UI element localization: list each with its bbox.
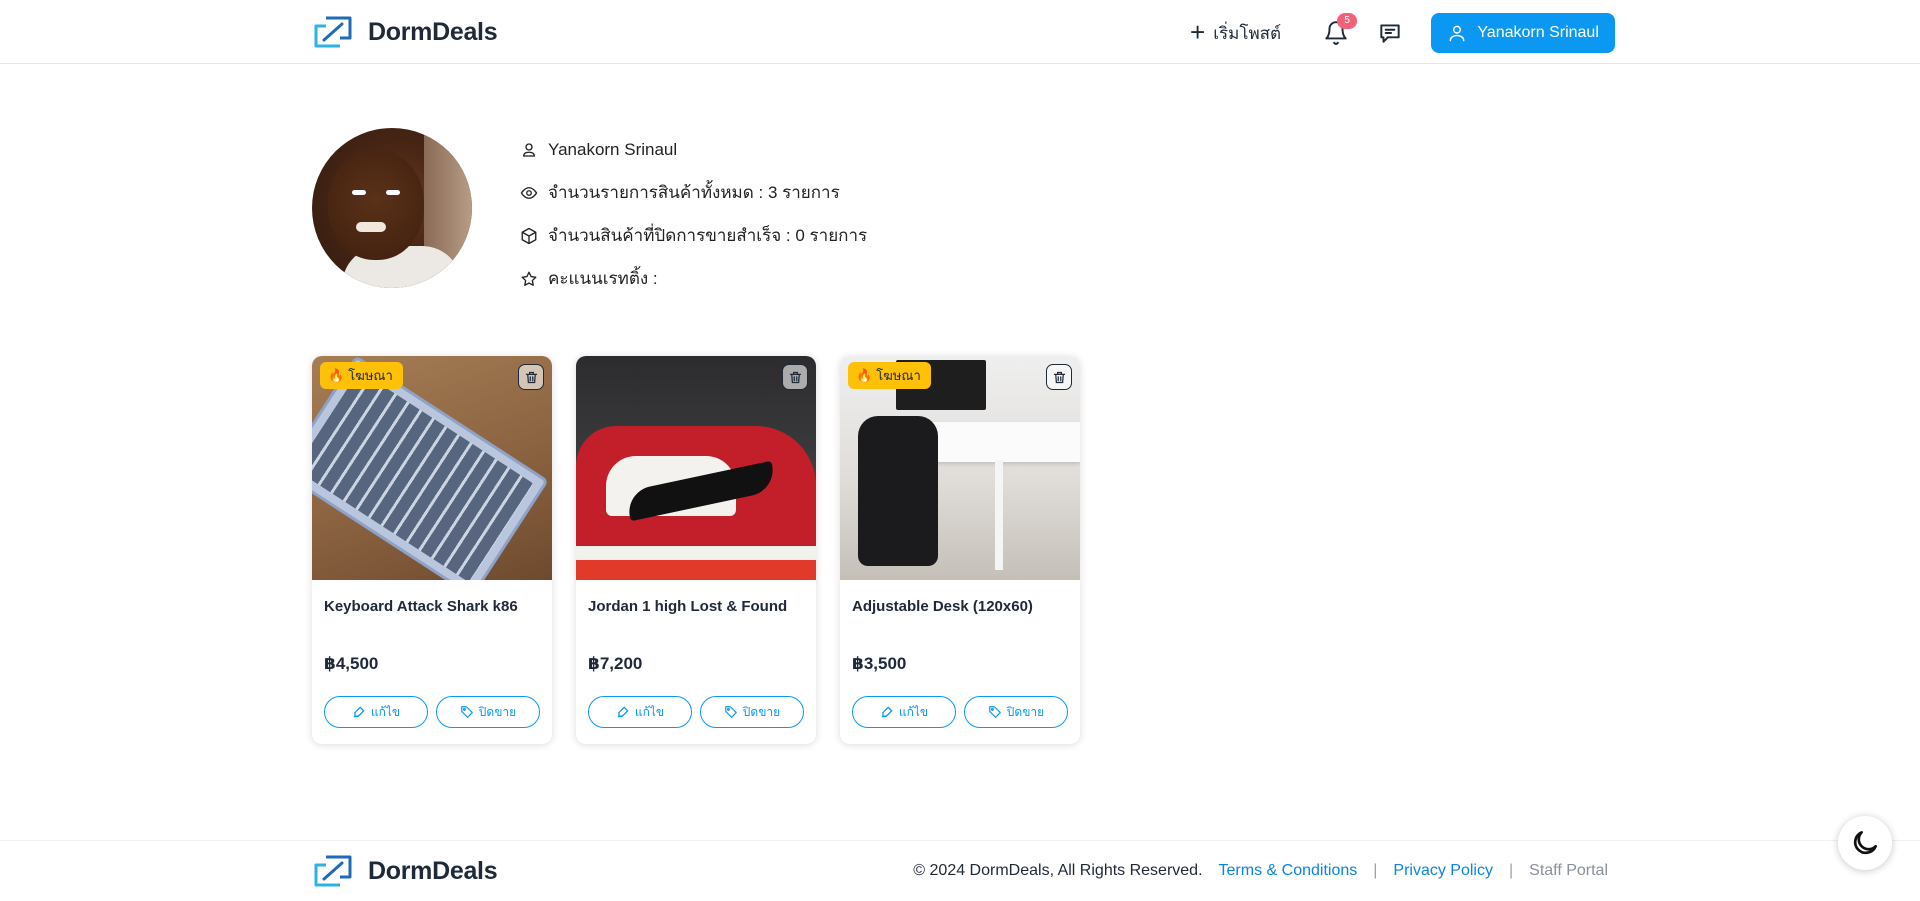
chat-icon: [1380, 24, 1400, 43]
close-sale-button[interactable]: ปิดขาย: [436, 696, 540, 728]
tag-icon: [724, 706, 737, 718]
close-sale-button[interactable]: ปิดขาย: [964, 696, 1068, 728]
fire-icon: 🔥: [328, 367, 345, 383]
edit-button[interactable]: แก้ไข: [588, 696, 692, 728]
box-icon: [521, 227, 537, 244]
profile-avatar: [312, 128, 472, 288]
closed-items-row: จำนวนสินค้าที่ปิดการขายสำเร็จ : 0 รายการ: [520, 214, 867, 257]
delete-button[interactable]: [518, 364, 544, 390]
rating-text: คะแนนเรทติ้ง :: [548, 269, 658, 288]
top-navbar: DormDeals + เริ่มโพสต์ 5 Yanakorn Srinau…: [0, 0, 1920, 64]
footer-links: © 2024 DormDeals, All Rights Reserved. T…: [913, 862, 1608, 880]
start-post-label: เริ่มโพสต์: [1213, 23, 1282, 43]
footer-separator: |: [1508, 862, 1514, 879]
trash-icon: [525, 371, 537, 383]
terms-link[interactable]: Terms & Conditions: [1219, 862, 1358, 880]
product-title[interactable]: Adjustable Desk (120x60): [852, 598, 1033, 615]
eye-icon: [520, 186, 538, 199]
plus-icon: +: [1190, 17, 1206, 47]
theme-toggle-button[interactable]: [1838, 816, 1892, 870]
moon-icon: [1853, 831, 1877, 855]
fire-icon: 🔥: [856, 367, 873, 383]
nav-actions: + เริ่มโพสต์ 5 Yanakorn Srinaul: [1190, 13, 1616, 53]
product-grid: 🔥 โฆษณา Keyboard Attack Shark k86 ฿4,500…: [312, 356, 1080, 744]
star-icon: [521, 271, 537, 286]
product-card[interactable]: Jordan 1 high Lost & Found ฿7,200 แก้ไข …: [576, 356, 816, 744]
delete-button[interactable]: [1046, 364, 1072, 390]
footer-brand-name: DormDeals: [368, 856, 498, 885]
product-title[interactable]: Jordan 1 high Lost & Found: [588, 598, 787, 615]
brand-name: DormDeals: [368, 17, 498, 46]
trash-icon: [1053, 371, 1065, 383]
rating-row: คะแนนเรทติ้ง :: [520, 257, 867, 300]
product-card[interactable]: 🔥 โฆษณา Adjustable Desk (120x60) ฿3,500 …: [840, 356, 1080, 744]
edit-button[interactable]: แก้ไข: [324, 696, 428, 728]
tag-icon: [988, 706, 1001, 718]
product-image[interactable]: 🔥 โฆษณา: [312, 356, 552, 580]
dormdeals-logo-icon: [314, 855, 352, 887]
staff-portal-link[interactable]: Staff Portal: [1529, 862, 1608, 880]
notification-badge: 5: [1337, 13, 1358, 29]
product-title[interactable]: Keyboard Attack Shark k86: [324, 598, 518, 615]
edit-icon: [617, 706, 629, 718]
start-post-button[interactable]: + เริ่มโพสต์: [1190, 17, 1282, 47]
total-items-row: จำนวนรายการสินค้าทั้งหมด : 3 รายการ: [520, 171, 867, 214]
product-price: ฿4,500: [324, 654, 379, 673]
privacy-link[interactable]: Privacy Policy: [1393, 862, 1493, 880]
edit-icon: [881, 706, 893, 718]
user-profile-button[interactable]: Yanakorn Srinaul: [1431, 13, 1616, 53]
delete-button[interactable]: [782, 364, 808, 390]
card-actions: แก้ไข ปิดขาย: [588, 696, 804, 728]
promo-badge: 🔥 โฆษณา: [848, 362, 931, 389]
footer-separator: |: [1373, 862, 1378, 879]
notifications-button[interactable]: 5: [1323, 13, 1358, 46]
product-price: ฿3,500: [852, 654, 907, 673]
footer-brand-link[interactable]: DormDeals: [312, 853, 498, 889]
product-price: ฿7,200: [588, 654, 643, 673]
trash-icon: [789, 371, 801, 383]
profile-info: Yanakorn Srinaul จำนวนรายการสินค้าทั้งหม…: [520, 128, 867, 300]
total-items-text: จำนวนรายการสินค้าทั้งหมด : 3 รายการ: [548, 183, 840, 202]
footer: DormDeals © 2024 DormDeals, All Rights R…: [0, 840, 1920, 901]
closed-items-text: จำนวนสินค้าที่ปิดการขายสำเร็จ : 0 รายการ: [548, 226, 868, 245]
edit-icon: [353, 706, 365, 718]
dormdeals-logo-icon: [314, 16, 352, 48]
brand-home-link[interactable]: DormDeals: [312, 14, 498, 50]
edit-button[interactable]: แก้ไข: [852, 696, 956, 728]
copyright-text: © 2024 DormDeals, All Rights Reserved.: [913, 862, 1203, 879]
promo-badge: 🔥 โฆษณา: [320, 362, 403, 389]
user-icon: [1449, 25, 1465, 42]
product-image[interactable]: [576, 356, 816, 580]
product-card[interactable]: 🔥 โฆษณา Keyboard Attack Shark k86 ฿4,500…: [312, 356, 552, 744]
product-image[interactable]: 🔥 โฆษณา: [840, 356, 1080, 580]
card-actions: แก้ไข ปิดขาย: [852, 696, 1068, 728]
card-actions: แก้ไข ปิดขาย: [324, 696, 540, 728]
profile-name-row: Yanakorn Srinaul: [520, 128, 867, 171]
user-name-label: Yanakorn Srinaul: [1477, 24, 1599, 41]
user-icon: [523, 142, 535, 157]
tag-icon: [460, 706, 473, 718]
messages-button[interactable]: [1377, 20, 1403, 46]
profile-name: Yanakorn Srinaul: [548, 139, 678, 159]
close-sale-button[interactable]: ปิดขาย: [700, 696, 804, 728]
